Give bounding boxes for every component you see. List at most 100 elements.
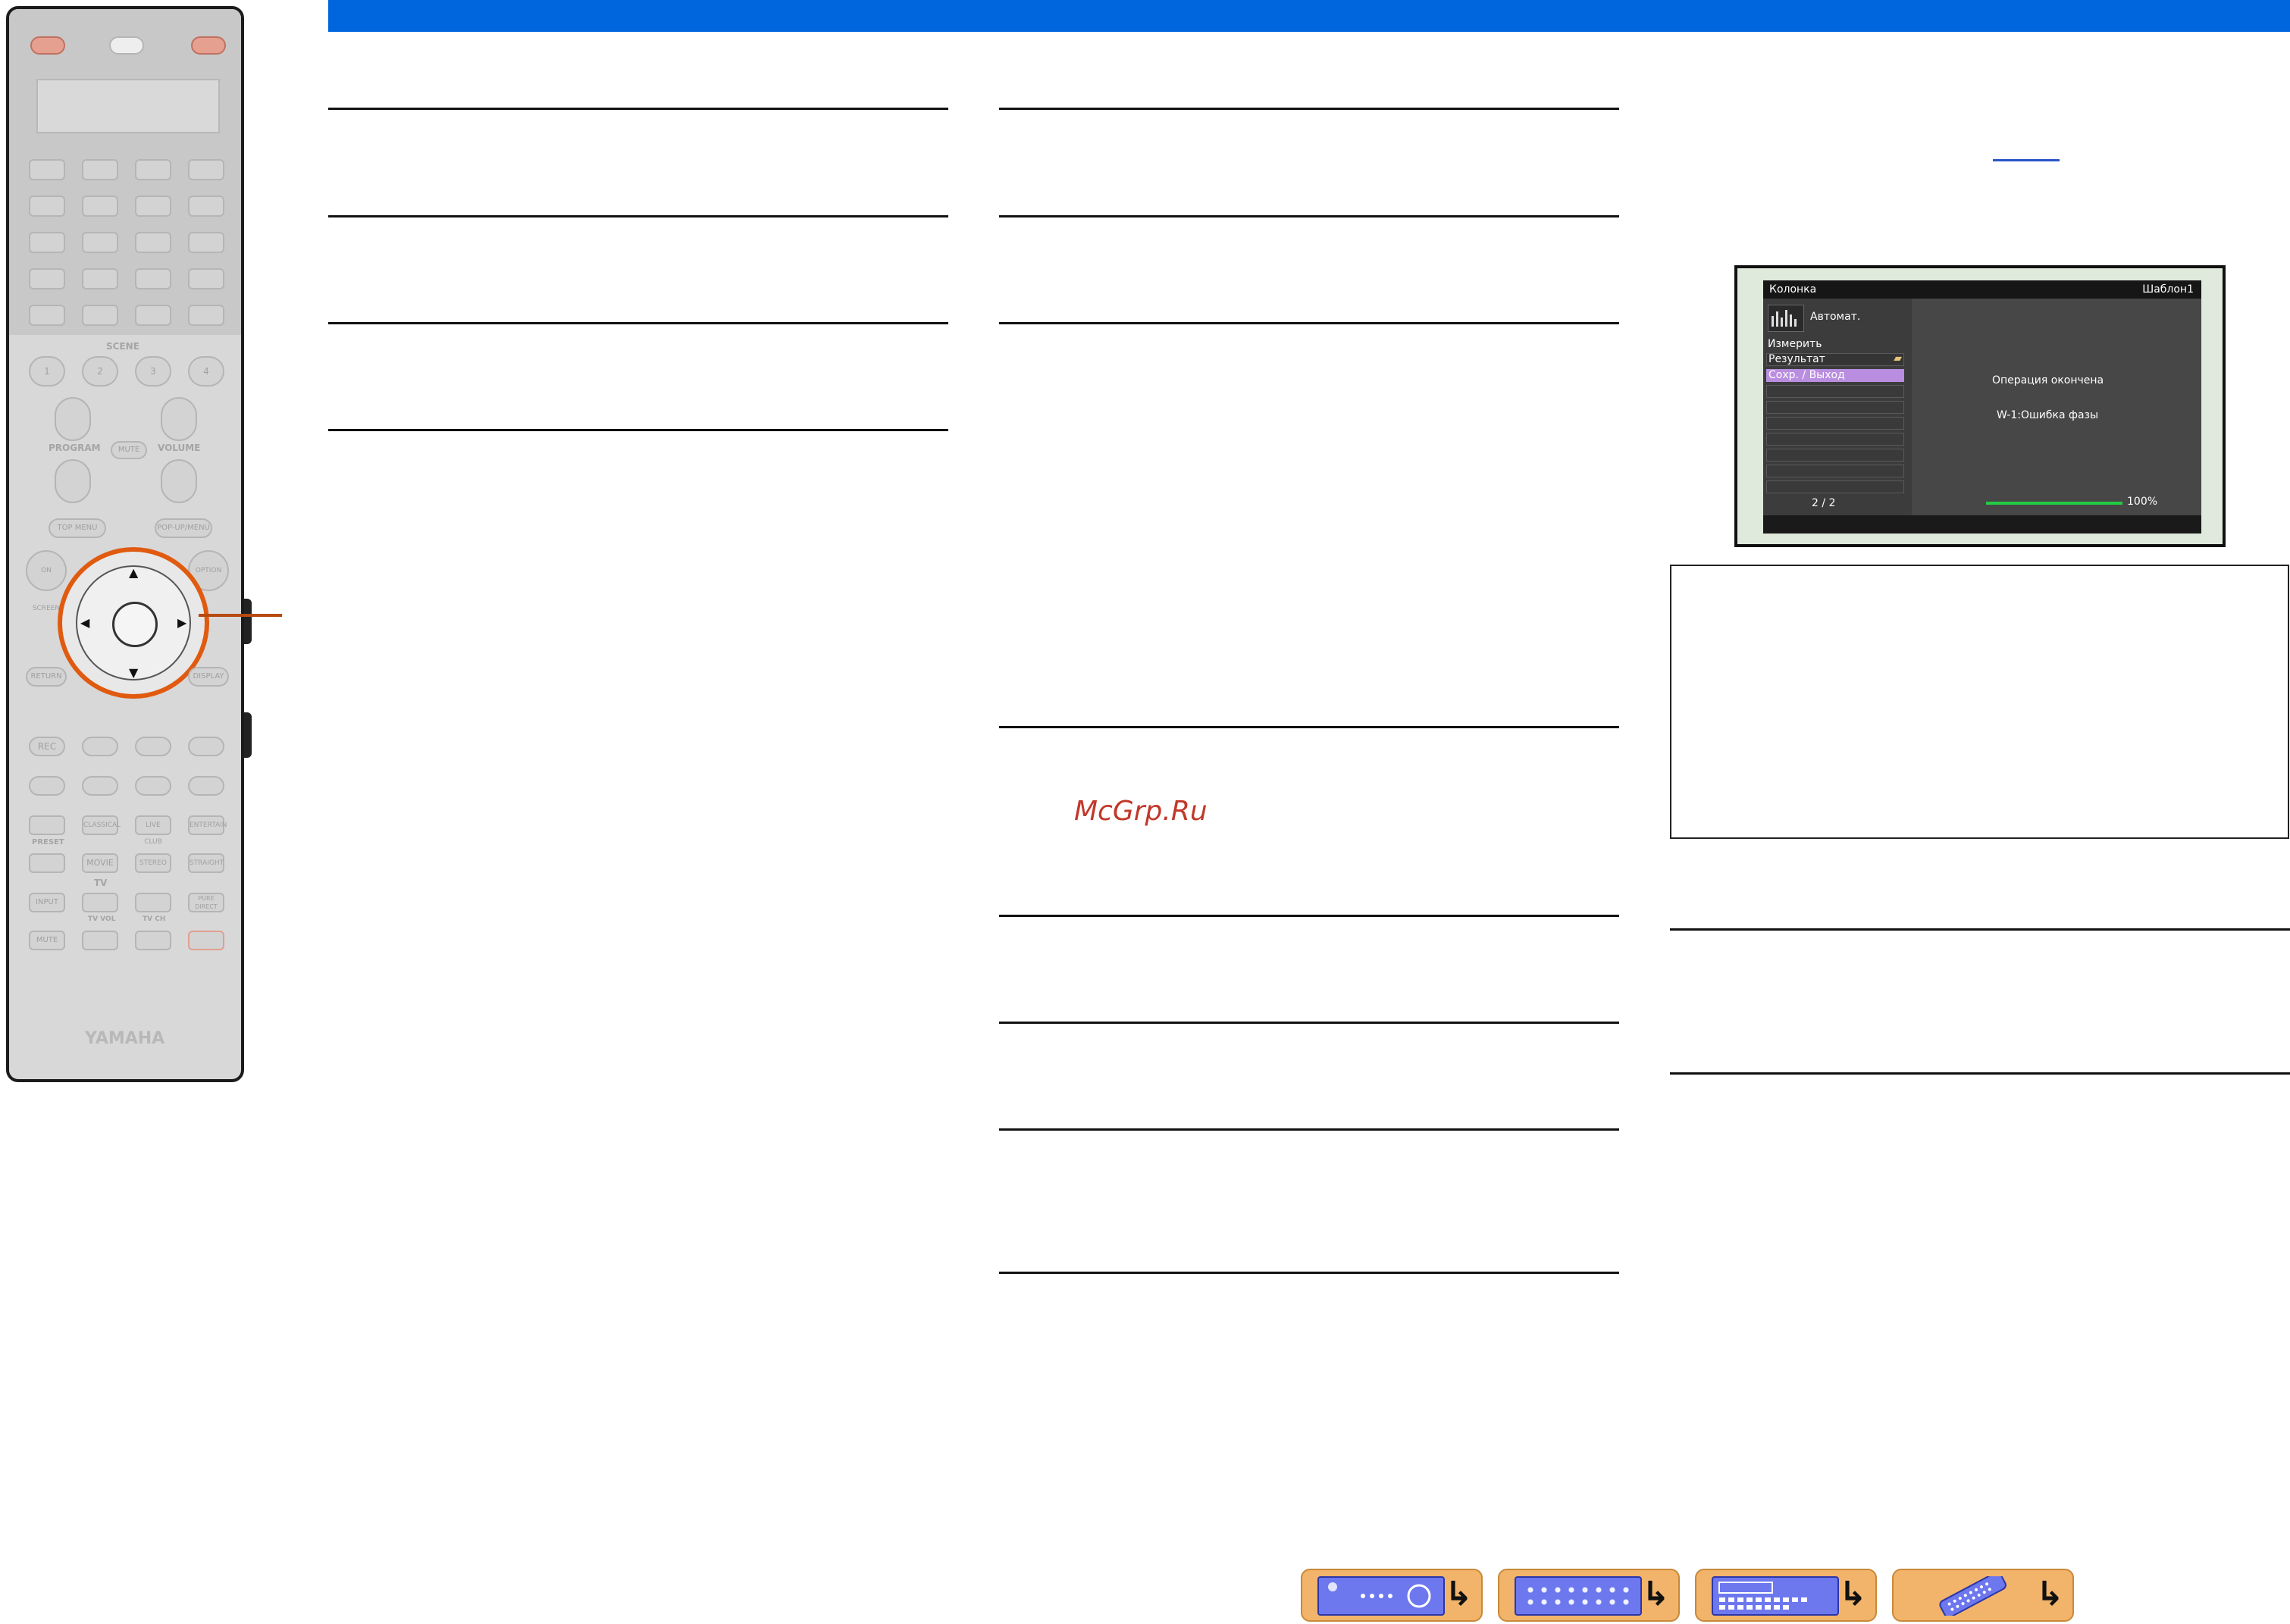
cursor-pad[interactable]: ▲ ▼ ◀ ▶ [76,565,191,681]
section-rule [1670,928,2290,931]
rec-button[interactable]: REC [29,737,65,756]
osd-menu-result: Результат [1768,353,1825,365]
input-button[interactable] [188,196,224,217]
nav-receiver-rear-button[interactable]: ↳ [1498,1569,1680,1622]
input-button[interactable] [188,232,224,253]
input-button[interactable] [29,196,65,217]
tv-vol-down-button[interactable] [82,931,118,950]
tv-ch-up-button[interactable] [135,893,171,912]
input-button[interactable] [82,159,118,180]
input-button[interactable] [135,232,171,253]
tv-ch-down-button[interactable] [135,931,171,950]
stereo-button[interactable]: STEREO [135,853,171,873]
input-button[interactable] [82,305,118,326]
pause-button[interactable] [135,737,171,756]
pure-direct-button[interactable]: PURE DIRECT [188,893,224,912]
nav-receiver-front-button[interactable]: ↳ [1301,1569,1483,1622]
section-rule [999,322,1619,324]
page-link[interactable] [1993,159,2060,161]
volume-up-button[interactable] [161,397,197,441]
nav-remote-control-button[interactable]: ↳ [1892,1569,2074,1622]
arrow-up-icon[interactable]: ▲ [129,565,138,580]
popup-menu-button[interactable]: POP-UP/MENU [155,518,212,538]
preset-down-button[interactable] [29,853,65,873]
straight-button[interactable]: STRAIGHT [188,853,224,873]
tv-mute-button[interactable]: MUTE [29,931,65,950]
scene-button-4[interactable]: 4 [188,356,224,386]
top-menu-button[interactable]: TOP MENU [49,518,106,538]
input-button[interactable] [82,268,118,289]
note-box [1670,565,2289,839]
osd-empty-row [1766,417,1904,430]
stop-button[interactable] [82,737,118,756]
enter-button[interactable] [112,602,158,647]
osd-bottom-bar [1763,515,2201,534]
osd-menu-measure[interactable]: Измерить [1768,338,1822,350]
osd-progress-track [1986,502,2122,505]
classical-button[interactable]: CLASSICAL [82,815,121,835]
skip-back-button[interactable] [135,776,171,796]
input-button[interactable] [82,232,118,253]
play-button[interactable] [188,737,224,756]
receiver-front-icon [1317,1576,1445,1616]
preset-up-button[interactable] [29,815,65,835]
return-button[interactable]: RETURN [26,667,67,687]
remote-side-bump [244,712,252,758]
power-left-button[interactable] [30,36,65,55]
nav-receiver-display-button[interactable]: ↳ [1695,1569,1877,1622]
tv-label: TV [94,878,108,888]
input-button[interactable] [29,268,65,289]
program-down-button[interactable] [55,459,91,503]
live-club-button[interactable]: LIVE CLUB [135,815,171,846]
program-up-button[interactable] [55,397,91,441]
tv-power-button[interactable] [188,931,224,950]
section-rule [999,1022,1619,1024]
input-button[interactable] [29,232,65,253]
entertain-button[interactable]: ENTERTAIN [188,815,227,835]
osd-empty-row [1766,433,1904,446]
input-button[interactable] [135,268,171,289]
input-button[interactable] [135,159,171,180]
skip-forward-button[interactable] [188,776,224,796]
input-button[interactable] [135,305,171,326]
osd-menu-save-exit-row[interactable]: Сохр. / Выход [1766,369,1904,382]
input-button[interactable] [82,196,118,217]
arrow-left-icon[interactable]: ◀ [80,615,89,630]
scene-button-1[interactable]: 1 [29,356,65,386]
cursor-pad-highlight[interactable]: ▲ ▼ ◀ ▶ [58,547,209,699]
tv-vol-up-button[interactable] [82,893,118,912]
osd-status-done: Операция окончена [1992,374,2104,386]
arrow-right-icon[interactable]: ▶ [177,615,186,630]
arrow-down-icon[interactable]: ▼ [129,665,138,680]
osd-title-right: Шаблон1 [2142,283,2194,296]
osd-menu-panel: Автомат. Измерить Результат ▰ Сохр. / Вы… [1763,299,1912,515]
input-button[interactable] [135,196,171,217]
input-button[interactable] [188,305,224,326]
mute-small-button[interactable]: MUTE [111,441,147,459]
input-button[interactable] [188,268,224,289]
input-button[interactable] [188,159,224,180]
on-screen-button[interactable]: ON SCREEN [26,550,67,612]
fast-forward-button[interactable] [82,776,118,796]
input-button[interactable] [29,305,65,326]
osd-menu-result-row[interactable]: Результат ▰ [1766,352,1904,366]
section-rule [328,108,948,110]
display-button[interactable]: DISPLAY [188,667,229,687]
program-label: PROGRAM [49,443,101,453]
osd-empty-row [1766,449,1904,462]
section-rule [999,1128,1619,1131]
source-button[interactable] [109,36,144,55]
section-rule [328,429,948,431]
scene-button-2[interactable]: 2 [82,356,118,386]
scene-button-3[interactable]: 3 [135,356,171,386]
tv-input-button[interactable]: INPUT [29,893,65,912]
movie-button[interactable]: MOVIE [82,853,118,873]
input-button[interactable] [29,159,65,180]
volume-down-button[interactable] [161,459,197,503]
remote-side-bump [244,599,252,644]
return-arrow-icon: ↳ [1445,1575,1473,1613]
osd-progress-text: 100% [2127,496,2158,508]
rewind-button[interactable] [29,776,65,796]
scene-label: SCENE [106,341,139,352]
power-right-button[interactable] [191,36,226,55]
